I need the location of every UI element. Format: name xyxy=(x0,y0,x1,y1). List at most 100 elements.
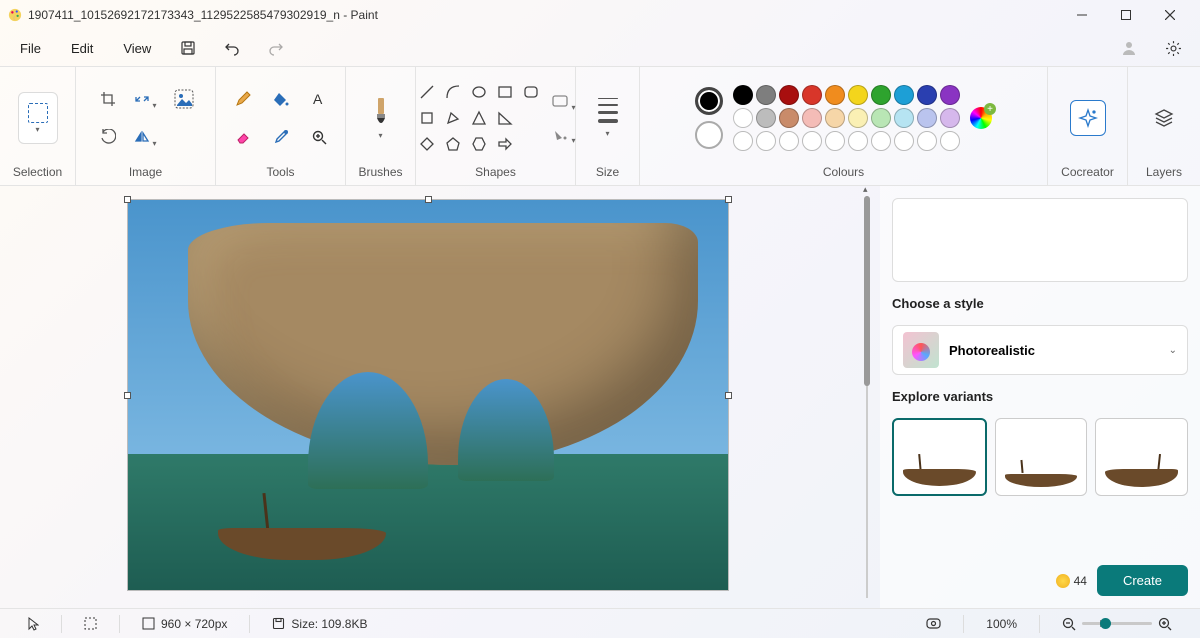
color-swatch[interactable] xyxy=(825,85,845,105)
custom-color-slot[interactable] xyxy=(779,131,799,151)
custom-color-slot[interactable] xyxy=(802,131,822,151)
right-triangle-shape xyxy=(494,107,516,129)
color-swatch[interactable] xyxy=(871,108,891,128)
vertical-scrollbar[interactable]: ▴ xyxy=(862,186,872,608)
remove-background-tool[interactable] xyxy=(167,82,201,116)
title-bar: 1907411_10152692172173343_11295225854793… xyxy=(0,0,1200,30)
resize-handle[interactable] xyxy=(725,196,732,203)
color-swatch[interactable] xyxy=(733,108,753,128)
layers-button[interactable] xyxy=(1146,100,1182,136)
eraser-tool[interactable] xyxy=(226,120,260,154)
color-swatch[interactable] xyxy=(894,108,914,128)
variant-2[interactable] xyxy=(995,418,1088,496)
paint-app-icon xyxy=(8,8,22,22)
custom-color-slot[interactable] xyxy=(940,131,960,151)
fit-to-window-button[interactable] xyxy=(912,616,955,631)
style-name: Photorealistic xyxy=(949,343,1035,358)
shape-outline-dropdown[interactable]: ▾ xyxy=(552,91,576,112)
variant-1[interactable] xyxy=(892,418,987,496)
color-swatch[interactable] xyxy=(894,85,914,105)
color-2[interactable] xyxy=(695,121,723,149)
custom-color-slot[interactable] xyxy=(894,131,914,151)
custom-color-slot[interactable] xyxy=(871,131,891,151)
color-palette xyxy=(733,85,960,151)
redo-button[interactable] xyxy=(259,31,293,65)
custom-color-slot[interactable] xyxy=(917,131,937,151)
window-title: 1907411_10152692172173343_11295225854793… xyxy=(28,8,378,22)
ribbon-group-colours: Colours xyxy=(823,161,864,179)
brush-tool[interactable]: ▾ xyxy=(364,93,398,143)
edit-colors-button[interactable] xyxy=(970,107,992,129)
color-swatch[interactable] xyxy=(940,85,960,105)
rotate-tool[interactable] xyxy=(91,120,125,154)
size-dropdown[interactable] xyxy=(598,98,618,123)
triangle-shape xyxy=(468,107,490,129)
ribbon-group-selection: Selection xyxy=(13,161,62,179)
settings-icon[interactable] xyxy=(1156,31,1190,65)
menu-file[interactable]: File xyxy=(10,37,51,60)
resize-handle[interactable] xyxy=(124,196,131,203)
resize-handle[interactable] xyxy=(425,196,432,203)
zoom-out-button[interactable] xyxy=(1062,617,1076,631)
color-swatch[interactable] xyxy=(848,108,868,128)
resize-tool[interactable]: ▾ xyxy=(129,82,163,116)
undo-button[interactable] xyxy=(215,31,249,65)
cocreator-panel: Choose a style Photorealistic ⌄ Explore … xyxy=(880,186,1200,608)
fill-tool[interactable] xyxy=(264,82,298,116)
custom-color-slot[interactable] xyxy=(848,131,868,151)
pencil-tool[interactable] xyxy=(226,82,260,116)
color-swatch[interactable] xyxy=(756,85,776,105)
color-swatch[interactable] xyxy=(871,85,891,105)
color-swatch[interactable] xyxy=(802,108,822,128)
color-swatch[interactable] xyxy=(917,108,937,128)
prompt-textarea[interactable] xyxy=(892,198,1188,282)
color-swatch[interactable] xyxy=(733,85,753,105)
canvas-scroll-area[interactable]: ▴ xyxy=(0,186,880,608)
color-swatch[interactable] xyxy=(825,108,845,128)
crop-tool[interactable] xyxy=(91,82,125,116)
cocreator-button[interactable] xyxy=(1070,100,1106,136)
color-1[interactable] xyxy=(695,87,723,115)
custom-color-slot[interactable] xyxy=(733,131,753,151)
variant-3[interactable] xyxy=(1095,418,1188,496)
menu-view[interactable]: View xyxy=(113,37,161,60)
color-swatch[interactable] xyxy=(917,85,937,105)
close-button[interactable] xyxy=(1148,1,1192,29)
create-button[interactable]: Create xyxy=(1097,565,1188,596)
color-swatch[interactable] xyxy=(802,85,822,105)
square-shape xyxy=(416,107,438,129)
canvas-dimensions: 960 × 720px xyxy=(128,617,241,631)
zoom-in-button[interactable] xyxy=(1158,617,1172,631)
text-tool[interactable]: A xyxy=(302,82,336,116)
style-dropdown[interactable]: Photorealistic ⌄ xyxy=(892,325,1188,375)
credits-counter: 44 xyxy=(1056,574,1087,588)
color-swatch[interactable] xyxy=(940,108,960,128)
resize-handle[interactable] xyxy=(124,392,131,399)
color-swatch[interactable] xyxy=(779,108,799,128)
shapes-gallery[interactable] xyxy=(416,81,542,155)
menu-edit[interactable]: Edit xyxy=(61,37,103,60)
color-swatch[interactable] xyxy=(756,108,776,128)
custom-color-slot[interactable] xyxy=(825,131,845,151)
ribbon: ▾ Selection ▾ ▾ Image A T xyxy=(0,66,1200,186)
maximize-button[interactable] xyxy=(1104,1,1148,29)
shape-fill-dropdown[interactable]: ▾ xyxy=(552,124,576,145)
ribbon-group-brushes: Brushes xyxy=(358,161,402,179)
oval-shape xyxy=(468,81,490,103)
zoom-slider[interactable] xyxy=(1082,622,1152,625)
selection-tool[interactable]: ▾ xyxy=(18,92,58,144)
rect-shape xyxy=(494,81,516,103)
account-icon[interactable] xyxy=(1112,31,1146,65)
save-button[interactable] xyxy=(171,31,205,65)
minimize-button[interactable] xyxy=(1060,1,1104,29)
resize-handle[interactable] xyxy=(725,392,732,399)
credits-value: 44 xyxy=(1074,574,1087,588)
color-swatch[interactable] xyxy=(848,85,868,105)
canvas[interactable] xyxy=(128,200,728,590)
magnifier-tool[interactable] xyxy=(302,120,336,154)
flip-tool[interactable]: ▾ xyxy=(129,120,163,154)
color-swatch[interactable] xyxy=(779,85,799,105)
custom-color-slot[interactable] xyxy=(756,131,776,151)
line-shape xyxy=(416,81,438,103)
color-picker-tool[interactable] xyxy=(264,120,298,154)
